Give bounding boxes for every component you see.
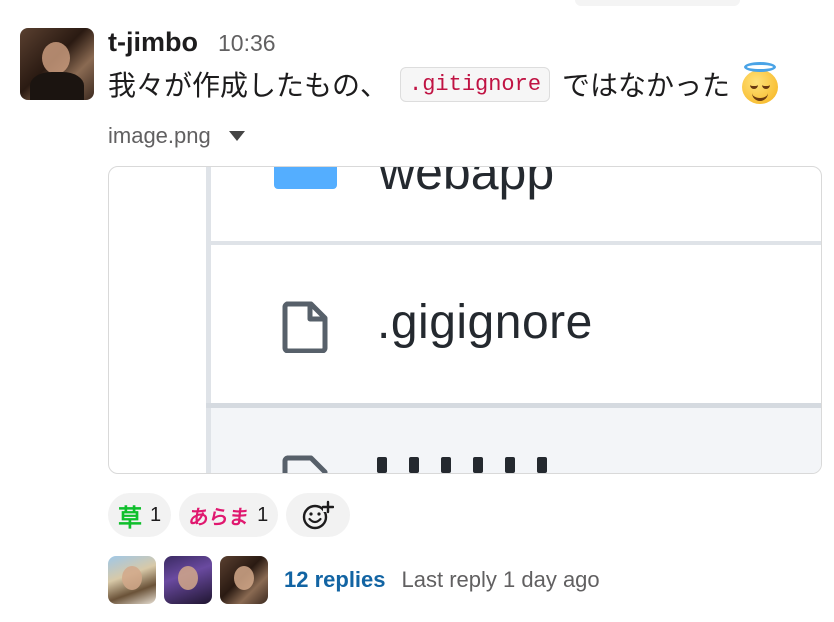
message-header: t-jimbo 10:36 [108,27,276,58]
preview-row-divider [206,241,821,245]
innocent-emoji-icon [740,62,780,104]
message-timestamp[interactable]: 10:36 [218,30,276,57]
participant-avatar [220,556,268,604]
kusa-emoji-icon: 草 [118,504,142,532]
participant-avatar [108,556,156,604]
add-reaction-icon [303,500,335,530]
preview-folder-name: webapp [379,166,555,200]
avatar-face [42,42,70,74]
attachment-header: image.png [108,123,245,149]
inline-code: .gitignore [400,66,551,102]
last-reply-time: Last reply 1 day ago [401,567,600,592]
arama-emoji-icon: あらま [187,506,251,529]
reaction-count: 1 [257,503,269,526]
attachment-filename[interactable]: image.png [108,123,211,149]
image-preview[interactable]: webapp .gigignore [108,166,822,474]
thread-summary[interactable]: 12 replies Last reply 1 day ago [108,556,600,604]
author-avatar[interactable] [20,28,94,100]
folder-icon [274,167,337,189]
file-icon [282,455,328,473]
participant-avatar [164,556,212,604]
replies-link[interactable]: 12 replies [284,567,386,593]
avatar-body [30,72,84,100]
author-name[interactable]: t-jimbo [108,27,198,58]
previous-message-edge [575,0,740,6]
message-text-after: ではなかった [562,70,731,101]
message-text-before: 我々が作成したもの、 [108,70,389,101]
message-text: 我々が作成したもの、 .gitignore ではなかった [108,62,780,104]
reactions-bar: 草 1 あらま 1 [108,493,351,537]
preview-row-divider [206,403,821,408]
add-reaction-button[interactable] [286,493,351,537]
reaction-count: 1 [150,503,162,526]
cropped-file-name [377,457,627,473]
preview-file-name: .gigignore [377,296,593,349]
reaction-arama[interactable]: あらま 1 [179,493,279,537]
reaction-kusa[interactable]: 草 1 [108,493,172,537]
file-icon [282,301,328,353]
caret-down-icon[interactable] [228,131,245,141]
